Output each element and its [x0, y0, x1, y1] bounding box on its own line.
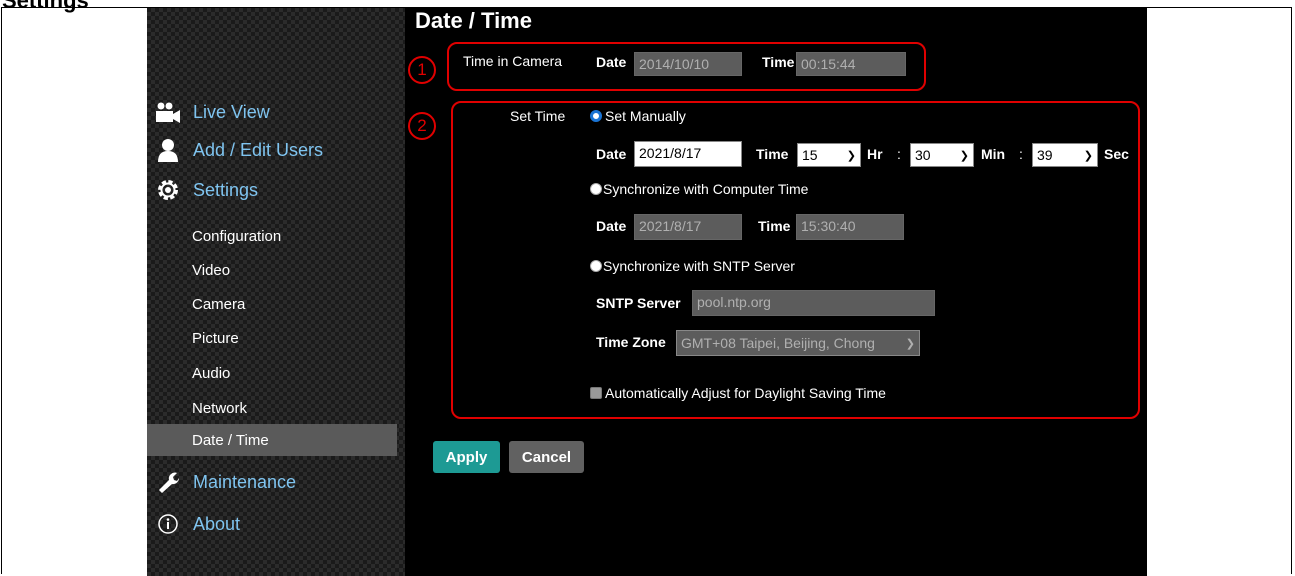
- set-time-label: Set Time: [510, 108, 566, 124]
- sync-sntp-radio[interactable]: [590, 260, 602, 272]
- sidebar-subitem-label: Network: [192, 399, 248, 417]
- sidebar-subitem-label: Picture: [192, 329, 239, 347]
- sidebar-subitem-label: Configuration: [192, 227, 282, 245]
- gear-icon: [153, 176, 183, 204]
- page-title: Date / Time: [415, 8, 532, 33]
- wrench-icon: [153, 468, 183, 496]
- sidebar-item-label: Live View: [193, 101, 270, 122]
- sidebar-subitem-label: Camera: [192, 295, 246, 313]
- time-zone-value: GMT+08 Taipei, Beijing, Chong: [681, 335, 875, 351]
- sntp-server-input[interactable]: pool.ntp.org: [692, 290, 935, 316]
- manual-time-label: Time: [756, 146, 789, 162]
- hr-label: Hr: [867, 146, 883, 162]
- manual-date-label: Date: [596, 146, 627, 162]
- sidebar-item-about[interactable]: About: [147, 506, 405, 542]
- sidebar-subitem-audio[interactable]: Audio: [147, 357, 397, 389]
- time-zone-select[interactable]: GMT+08 Taipei, Beijing, Chong ❯: [676, 330, 920, 356]
- sidebar-item-settings[interactable]: Settings: [147, 172, 405, 208]
- computer-time-field: 15:30:40: [796, 214, 904, 240]
- annotation-badge-2: 2: [408, 112, 436, 140]
- sidebar-item-label: About: [193, 513, 241, 534]
- chevron-down-icon: ❯: [905, 337, 915, 350]
- sync-sntp-label: Synchronize with SNTP Server: [603, 258, 795, 274]
- annotation-badge-1: 1: [408, 56, 436, 84]
- sidebar-subitem-network[interactable]: Network: [147, 392, 397, 424]
- sidebar-item-live-view[interactable]: Live View: [147, 94, 405, 130]
- set-manually-radio[interactable]: [590, 110, 602, 122]
- minute-select[interactable]: 30 ❯: [910, 143, 974, 167]
- second-value: 39: [1037, 147, 1053, 163]
- dst-checkbox[interactable]: [590, 387, 602, 399]
- sidebar-subitem-date-time[interactable]: Date / Time: [147, 424, 397, 456]
- cancel-button[interactable]: Cancel: [509, 441, 584, 473]
- sec-label: Sec: [1104, 146, 1129, 162]
- sidebar-item-label: Settings: [193, 179, 259, 200]
- minute-value: 30: [915, 147, 931, 163]
- computer-time-label: Time: [758, 218, 791, 234]
- chevron-down-icon: ❯: [959, 149, 969, 162]
- sntp-server-label: SNTP Server: [596, 295, 681, 311]
- sync-computer-label: Synchronize with Computer Time: [603, 181, 809, 197]
- sidebar-subitem-configuration[interactable]: Configuration: [147, 220, 397, 252]
- camera-time-field: 00:15:44: [796, 52, 906, 76]
- sidebar-item-label: Maintenance: [193, 471, 297, 492]
- set-manually-label: Set Manually: [605, 108, 686, 124]
- min-label: Min: [981, 146, 1006, 162]
- time-in-camera-label: Time in Camera: [463, 53, 563, 69]
- chevron-down-icon: ❯: [846, 149, 856, 162]
- user-icon: [153, 136, 183, 164]
- sidebar-subitem-video[interactable]: Video: [147, 254, 397, 286]
- sidebar: Live View Add / Edit Users Settings Conf…: [147, 8, 405, 576]
- video-camera-icon: [153, 98, 183, 126]
- sidebar-item-maintenance[interactable]: Maintenance: [147, 464, 405, 500]
- dst-label: Automatically Adjust for Daylight Saving…: [605, 385, 886, 401]
- sidebar-item-add-edit-users[interactable]: Add / Edit Users: [147, 132, 405, 168]
- computer-date-label: Date: [596, 218, 627, 234]
- sidebar-subitem-camera[interactable]: Camera: [147, 288, 397, 320]
- chevron-down-icon: ❯: [1083, 149, 1093, 162]
- hour-value: 15: [802, 147, 818, 163]
- sync-computer-radio[interactable]: [590, 183, 602, 195]
- second-select[interactable]: 39 ❯: [1032, 143, 1098, 167]
- colon-separator: :: [897, 146, 901, 162]
- hour-select[interactable]: 15 ❯: [797, 143, 861, 167]
- apply-button[interactable]: Apply: [433, 441, 500, 473]
- computer-date-field: 2021/8/17: [634, 214, 742, 240]
- manual-date-input[interactable]: 2021/8/17: [634, 141, 742, 167]
- sidebar-subitem-label: Date / Time: [192, 431, 269, 449]
- camera-time-label: Time: [762, 54, 795, 70]
- sidebar-subitem-picture[interactable]: Picture: [147, 322, 397, 354]
- sidebar-subitem-label: Video: [192, 261, 231, 279]
- sidebar-item-label: Add / Edit Users: [193, 139, 324, 160]
- colon-separator: :: [1019, 146, 1023, 162]
- sidebar-subitem-label: Audio: [192, 364, 231, 382]
- info-icon: [153, 510, 183, 538]
- camera-date-field: 2014/10/10: [634, 52, 742, 76]
- camera-date-label: Date: [596, 54, 627, 70]
- time-zone-label: Time Zone: [596, 334, 666, 350]
